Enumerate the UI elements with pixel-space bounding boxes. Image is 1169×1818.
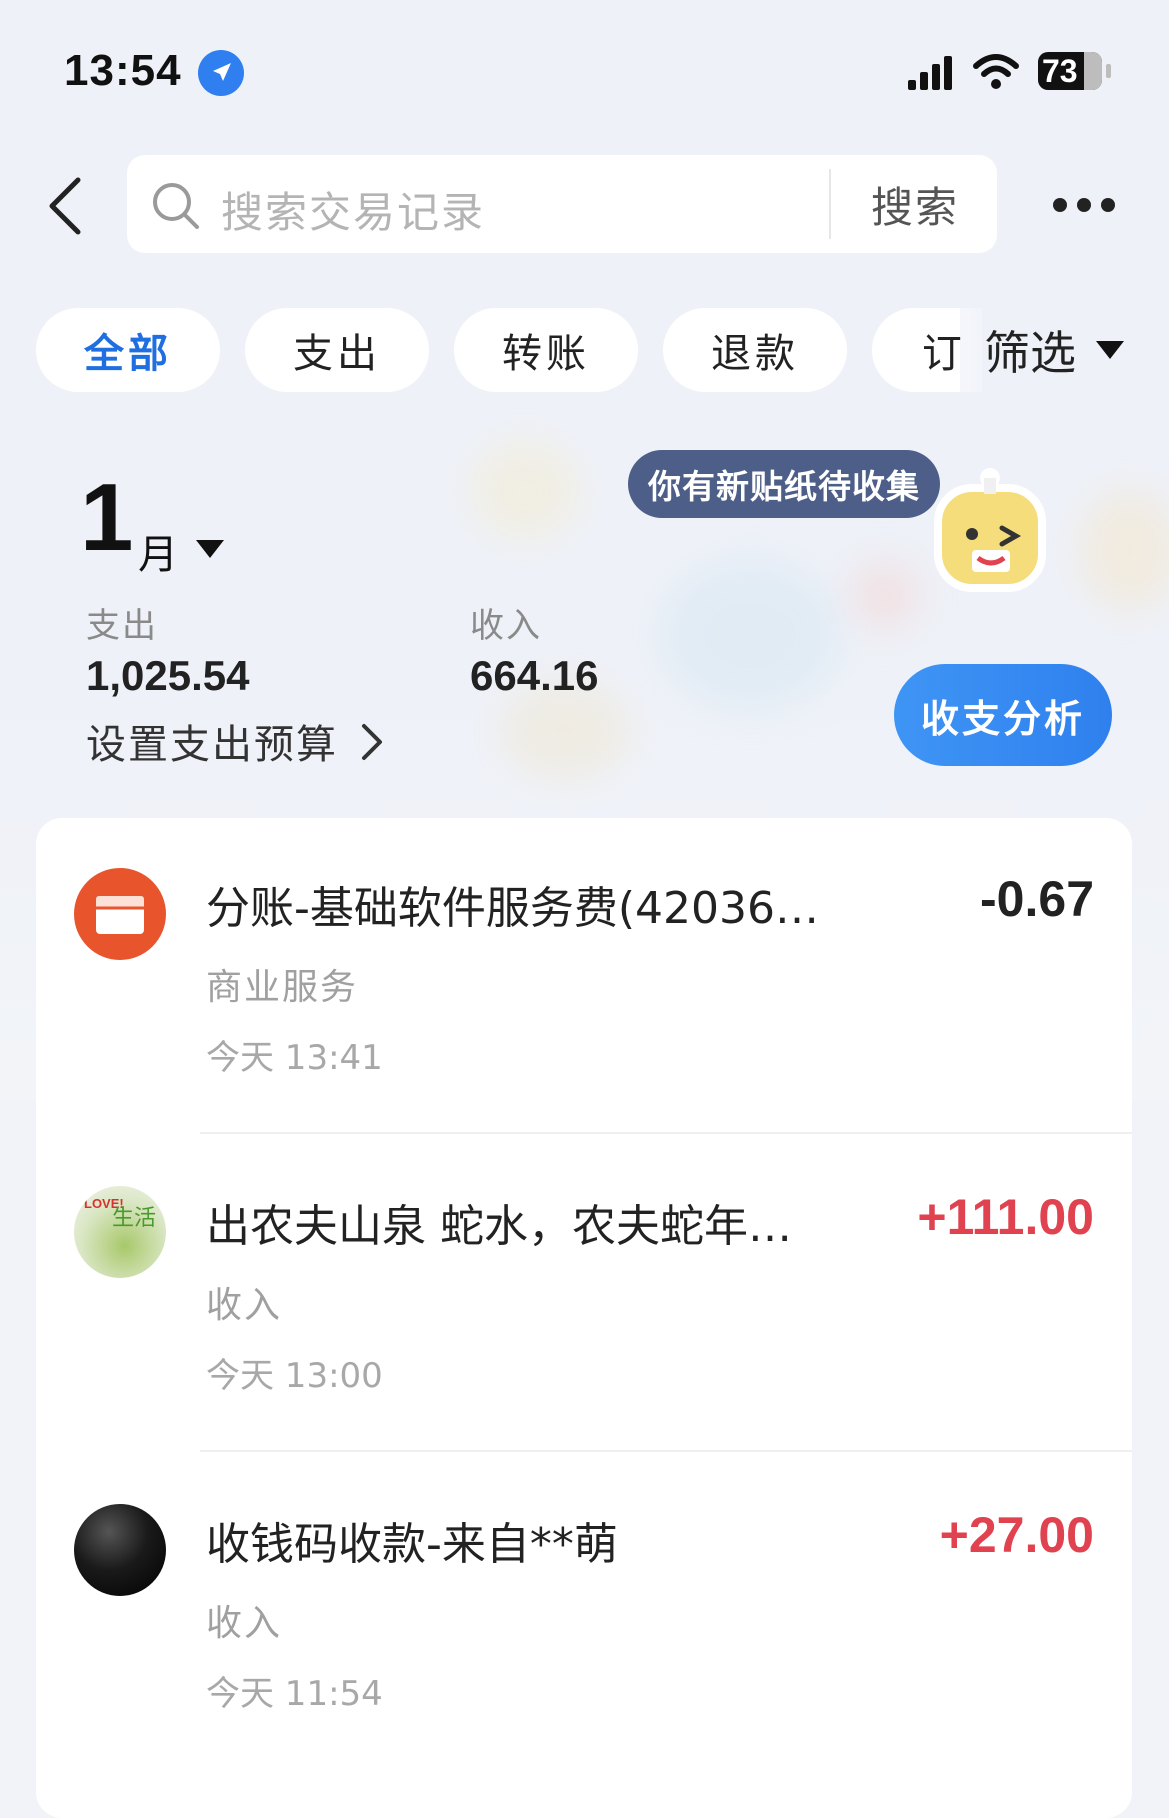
row-divider [200, 1132, 1132, 1134]
decor-blob [660, 560, 840, 710]
battery-cap [1106, 64, 1111, 78]
decor-blob [1080, 490, 1169, 610]
filter-button[interactable]: 筛选 [960, 300, 1150, 400]
transaction-amount: +111.00 [917, 1189, 1094, 1245]
search-button[interactable]: 搜索 [833, 155, 997, 253]
search-box[interactable]: 搜索交易记录 搜索 [127, 155, 997, 253]
transaction-title: 分账-基础软件服务费(42036873487... [206, 883, 826, 934]
income-expense-analysis-button[interactable]: 收支分析 [894, 664, 1112, 766]
transaction-amount: +27.00 [939, 1507, 1094, 1563]
transaction-title: 出农夫山泉 蛇水，农夫蛇年生... [206, 1201, 826, 1252]
decor-blob [850, 560, 920, 630]
store-icon [74, 868, 166, 960]
expense-label: 支出 [86, 606, 158, 646]
row-divider [200, 1450, 1132, 1452]
transaction-row[interactable]: LOVE! 生活 出农夫山泉 蛇水，农夫蛇年生... +111.00 收入 今天… [36, 1136, 1132, 1452]
caret-down-icon [1096, 341, 1124, 359]
more-options-icon[interactable] [1052, 194, 1116, 216]
income-value: 664.16 [470, 652, 599, 699]
month-number[interactable]: 1 [80, 470, 133, 566]
search-icon [153, 183, 199, 229]
love-life-avatar: LOVE! 生活 [74, 1186, 166, 1278]
filter-chip-all[interactable]: 全部 [36, 308, 220, 392]
transaction-time: 今天 13:00 [206, 1356, 383, 1396]
chevron-right-icon[interactable] [360, 722, 384, 762]
expense-value: 1,025.54 [86, 652, 250, 699]
income-label: 收入 [470, 606, 542, 646]
set-budget-link[interactable]: 设置支出预算 [86, 712, 338, 770]
filter-chip-transfer[interactable]: 转账 [454, 308, 638, 392]
avatar-text: 生活 [112, 1206, 157, 1231]
filter-chip-expense[interactable]: 支出 [245, 308, 429, 392]
search-divider [829, 169, 831, 239]
status-time: 13:54 [64, 46, 182, 95]
transaction-row[interactable]: 分账-基础软件服务费(42036873487... -0.67 商业服务 今天 … [36, 818, 1132, 1134]
search-input[interactable]: 搜索交易记录 [221, 179, 485, 240]
month-caret-down-icon[interactable] [194, 538, 226, 560]
location-arrow-icon [198, 50, 244, 96]
back-icon[interactable] [44, 176, 88, 236]
month-unit[interactable]: 月 [138, 522, 178, 580]
sticker-prompt-bubble[interactable]: 你有新贴纸待收集 [628, 450, 940, 518]
cellular-signal-icon [908, 56, 952, 90]
transaction-category: 收入 [206, 1285, 283, 1326]
sticker-mascot-icon[interactable] [920, 460, 1060, 600]
wifi-icon [973, 54, 1019, 89]
transaction-category: 商业服务 [206, 967, 359, 1008]
transaction-list: 分账-基础软件服务费(42036873487... -0.67 商业服务 今天 … [36, 818, 1132, 1818]
transaction-time: 今天 13:41 [206, 1038, 383, 1078]
transaction-row[interactable]: 收钱码收款-来自**萌 +27.00 收入 今天 11:54 [36, 1454, 1132, 1770]
dark-sphere-avatar [74, 1504, 166, 1596]
filter-chip-refund[interactable]: 退款 [663, 308, 847, 392]
transaction-title: 收钱码收款-来自**萌 [206, 1519, 618, 1570]
transaction-category: 收入 [206, 1603, 283, 1644]
transaction-time: 今天 11:54 [206, 1674, 383, 1714]
filter-label: 筛选 [984, 326, 1076, 380]
transaction-amount: -0.67 [980, 871, 1094, 927]
battery-icon: 73 [1038, 52, 1102, 90]
decor-blob [470, 440, 580, 540]
